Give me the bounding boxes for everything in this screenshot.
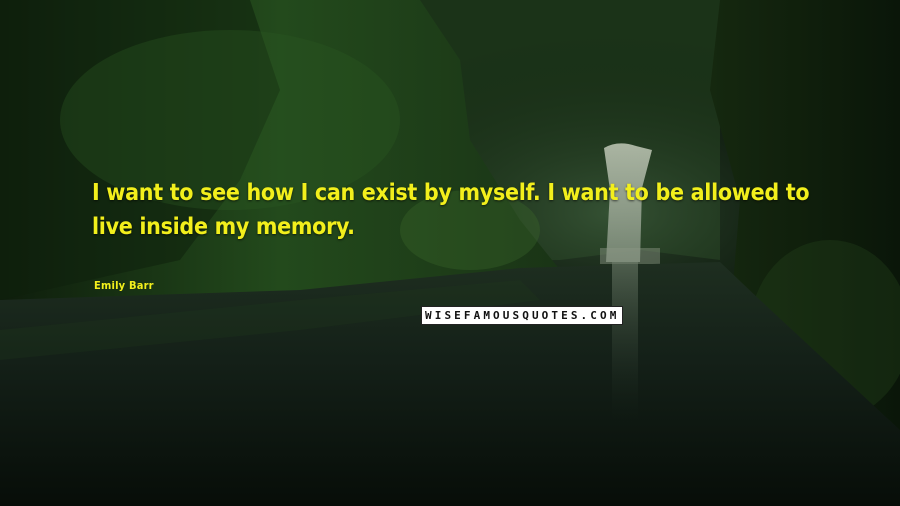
quote-text: I want to see how I can exist by myself.… [92,180,810,240]
site-watermark-logo: WISEFAMOUSQUOTES.COM [421,306,624,325]
quote-image: I want to see how I can exist by myself.… [0,0,900,506]
quote-author: Emily Barr [94,279,154,292]
waterfall-background-image [0,0,900,506]
